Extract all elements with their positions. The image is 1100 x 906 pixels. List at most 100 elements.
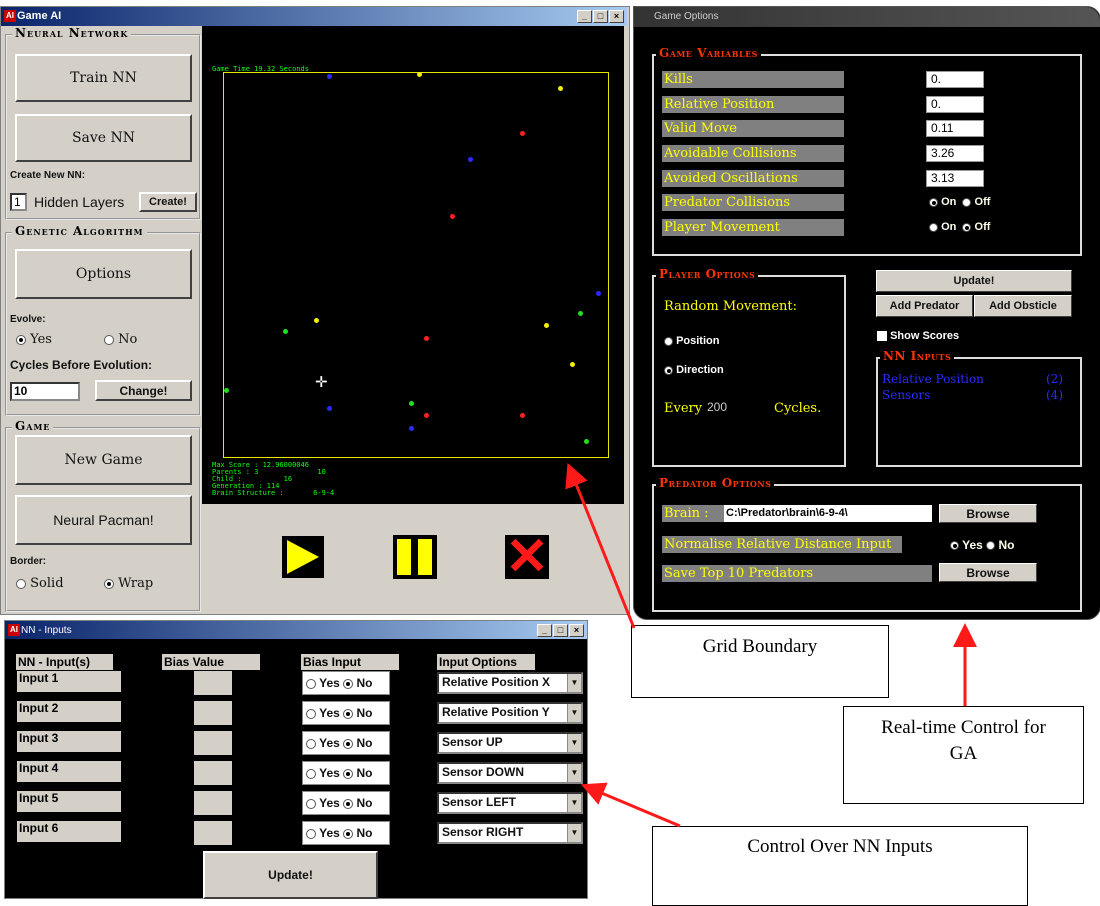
arrow-nn-inputs <box>580 782 681 828</box>
border-solid-radio[interactable]: Solid <box>16 576 64 591</box>
radio-selected-icon <box>343 768 354 779</box>
evolve-yes-radio[interactable]: Yes <box>16 332 52 347</box>
var-valid-move-label: Valid Move <box>662 120 844 137</box>
train-nn-button[interactable]: Train NN <box>15 54 192 102</box>
input-3-label: Input 3 <box>17 731 121 752</box>
bias-value-6[interactable] <box>194 821 232 845</box>
every-value[interactable]: 200 <box>707 400 727 414</box>
bias-value-3[interactable] <box>194 731 232 755</box>
yes-label: Yes <box>319 766 340 780</box>
minimize-button[interactable]: _ <box>577 10 592 23</box>
radio-icon <box>962 197 972 207</box>
yes-label: Yes <box>319 736 340 750</box>
bias-value-5[interactable] <box>194 791 232 815</box>
player-movement-toggle[interactable]: On Off <box>929 221 990 233</box>
bias-value-4[interactable] <box>194 761 232 785</box>
agent-dot <box>424 336 429 341</box>
radio-selected-icon <box>929 197 938 207</box>
close-button[interactable]: × <box>569 624 584 637</box>
var-kills-value[interactable]: 0. <box>926 71 984 88</box>
new-game-button[interactable]: New Game <box>15 435 192 485</box>
radio-icon <box>929 222 938 232</box>
hidden-layers-label: Hidden Layers <box>34 194 125 210</box>
bias-input-6[interactable]: Yes No <box>302 821 390 845</box>
brain-browse-button[interactable]: Browse <box>939 504 1037 523</box>
show-scores-label: Show Scores <box>890 330 960 342</box>
option-value: Relative Position Y <box>442 705 550 719</box>
input-5-label: Input 5 <box>17 791 121 812</box>
var-avoided-oscillations-label: Avoided Oscillations <box>662 170 844 187</box>
save-nn-button[interactable]: Save NN <box>15 114 192 162</box>
option-value: Relative Position X <box>442 675 551 689</box>
change-button[interactable]: Change! <box>95 380 192 401</box>
no-label: No <box>356 826 373 840</box>
close-button[interactable]: × <box>609 10 624 23</box>
pause-icon <box>397 539 411 575</box>
player-movement-on: On <box>941 221 957 233</box>
brain-path-input[interactable]: C:\Predator\brain\6-9-4\ <box>724 505 932 522</box>
neural-pacman-button[interactable]: Neural Pacman! <box>15 495 192 545</box>
bias-value-1[interactable] <box>194 671 232 695</box>
input-option-2[interactable]: Relative Position Y ▼ <box>437 702 583 724</box>
bias-value-2[interactable] <box>194 701 232 725</box>
create-button[interactable]: Create! <box>139 192 197 212</box>
minimize-button[interactable]: _ <box>537 624 552 637</box>
agent-dot <box>224 388 229 393</box>
var-avoidable-collisions-value[interactable]: 3.26 <box>926 145 984 162</box>
nn-input-sensors[interactable]: Sensors <box>882 388 930 402</box>
nn-update-button[interactable]: Update! <box>203 851 378 899</box>
predator-collisions-label: Predator Collisions <box>662 194 844 211</box>
radio-selected-icon <box>104 578 114 589</box>
input-option-6[interactable]: Sensor RIGHT ▼ <box>437 822 583 844</box>
input-option-4[interactable]: Sensor DOWN ▼ <box>437 762 583 784</box>
var-avoided-oscillations-value[interactable]: 3.13 <box>926 170 984 187</box>
option-value: Sensor LEFT <box>442 795 517 809</box>
input-option-3[interactable]: Sensor UP ▼ <box>437 732 583 754</box>
cycles-input[interactable]: 10 <box>10 382 80 401</box>
show-scores-checkbox[interactable]: Show Scores <box>877 330 959 342</box>
grid-boundary <box>223 72 609 458</box>
var-relative-position-label: Relative Position <box>662 96 844 113</box>
stop-button[interactable]: ✕ <box>505 529 549 585</box>
game-stats-text: Max Score : 12.96000046 Parents : 3 10 C… <box>212 461 335 497</box>
input-option-1[interactable]: Relative Position X ▼ <box>437 672 583 694</box>
position-radio[interactable]: Position <box>664 335 719 347</box>
bias-input-4[interactable]: Yes No <box>302 761 390 785</box>
radio-selected-icon <box>343 738 354 749</box>
maximize-button[interactable]: □ <box>553 624 568 637</box>
radio-selected-icon <box>664 365 673 375</box>
add-obstacle-button[interactable]: Add Obsticle <box>974 295 1072 317</box>
predator-collisions-toggle[interactable]: On Off <box>929 196 990 208</box>
bias-input-5[interactable]: Yes No <box>302 791 390 815</box>
window-title: Game AI <box>17 10 62 22</box>
hidden-layers-input[interactable]: 1 <box>10 193 27 211</box>
game-canvas[interactable]: Game Time 19.32 Seconds ✛ Max Score : 12… <box>202 26 624 504</box>
maximize-button[interactable]: □ <box>593 10 608 23</box>
update-button[interactable]: Update! <box>876 270 1072 292</box>
options-button[interactable]: Options <box>15 249 192 299</box>
radio-icon <box>306 768 316 779</box>
normalise-toggle[interactable]: Yes No <box>950 538 1015 552</box>
pause-button[interactable] <box>393 535 437 579</box>
var-valid-move-value[interactable]: 0.11 <box>926 120 984 137</box>
app-icon: AI <box>8 624 20 636</box>
direction-radio[interactable]: Direction <box>664 364 724 376</box>
save-top-browse-button[interactable]: Browse <box>939 563 1037 582</box>
var-relative-position-value[interactable]: 0. <box>926 96 984 113</box>
input-option-5[interactable]: Sensor LEFT ▼ <box>437 792 583 814</box>
agent-dot <box>558 86 563 91</box>
chevron-down-icon: ▼ <box>567 794 581 812</box>
radio-selected-icon <box>343 708 354 719</box>
border-wrap-radio[interactable]: Wrap <box>104 576 153 591</box>
add-predator-button[interactable]: Add Predator <box>876 295 973 317</box>
bias-input-3[interactable]: Yes No <box>302 731 390 755</box>
game-label: Game <box>12 419 54 433</box>
evolve-no-radio[interactable]: No <box>104 332 137 347</box>
bias-input-2[interactable]: Yes No <box>302 701 390 725</box>
play-button[interactable] <box>282 536 324 578</box>
bias-input-1[interactable]: Yes No <box>302 671 390 695</box>
stop-icon: ✕ <box>505 528 549 586</box>
title-bar: AI Game AI _ □ × <box>1 7 627 26</box>
nn-input-relative-position[interactable]: Relative Position <box>882 372 984 386</box>
direction-label: Direction <box>676 364 724 376</box>
